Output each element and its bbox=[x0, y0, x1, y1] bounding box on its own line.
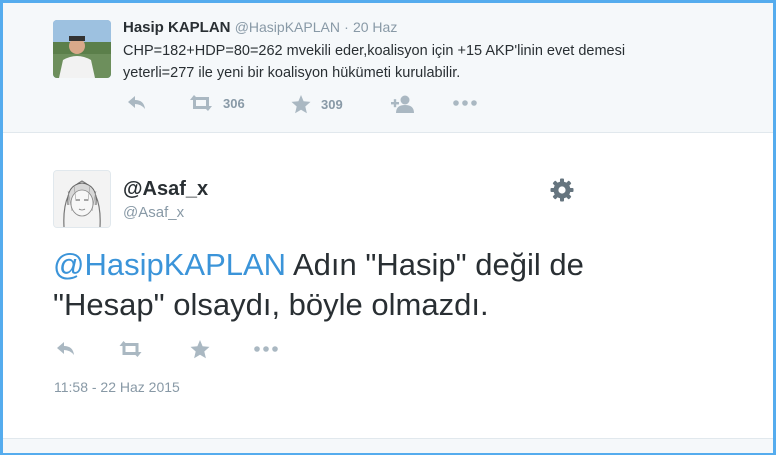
author-handle[interactable]: @HasipKAPLAN bbox=[235, 19, 340, 35]
more-icon bbox=[254, 346, 278, 352]
reply-icon bbox=[57, 342, 74, 355]
separator-dot: · bbox=[344, 19, 349, 35]
author-name[interactable]: @Asaf_x bbox=[123, 178, 208, 201]
avatar-asaf-x[interactable] bbox=[53, 170, 111, 228]
tweet-text-line-1: CHP=182+HDP=80=262 mvekili eder,koalisyo… bbox=[123, 43, 626, 59]
tweet-text-line-2: yeterli=277 ile yeni bir koalisyon hüküm… bbox=[123, 65, 461, 81]
retweet-button[interactable]: 306 bbox=[189, 95, 245, 111]
follow-button[interactable] bbox=[391, 95, 415, 113]
tweet-text-line-2: "Hesap" olsaydı, böyle olmazdı. bbox=[53, 287, 489, 322]
retweet-button[interactable] bbox=[118, 341, 143, 357]
tweet-frame: Hasip KAPLAN @HasipKAPLAN · 20 Haz CHP=1… bbox=[3, 3, 773, 453]
reply-button[interactable] bbox=[127, 95, 147, 111]
mention-link[interactable]: @HasipKAPLAN bbox=[53, 247, 286, 282]
tweet-text-line-1: @HasipKAPLAN Adın "Hasip" değil de bbox=[53, 245, 733, 285]
author-name[interactable]: Hasip KAPLAN bbox=[123, 19, 231, 36]
gear-icon bbox=[550, 178, 574, 202]
author-handle[interactable]: @Asaf_x bbox=[123, 204, 184, 221]
favorite-count[interactable]: 309 bbox=[321, 97, 343, 112]
reply-button[interactable] bbox=[55, 341, 77, 357]
more-button[interactable] bbox=[254, 346, 278, 352]
star-icon bbox=[291, 95, 311, 114]
permalink-tweet: @Asaf_x @Asaf_x @HasipKAPLAN Adın "Hasip… bbox=[3, 133, 773, 438]
parent-tweet-header: Hasip KAPLAN @HasipKAPLAN · 20 Haz bbox=[123, 19, 397, 36]
tweet-text: @HasipKAPLAN Adın "Hasip" değil de "Hesa… bbox=[53, 245, 733, 325]
more-button[interactable] bbox=[453, 100, 477, 106]
settings-button[interactable] bbox=[550, 178, 574, 207]
favorite-button[interactable]: 309 bbox=[291, 95, 343, 114]
tweet-date[interactable]: 20 Haz bbox=[353, 19, 397, 35]
retweet-icon bbox=[190, 95, 212, 111]
tweet-text-part-1: Adın "Hasip" değil de bbox=[286, 247, 584, 282]
retweet-count[interactable]: 306 bbox=[223, 96, 245, 111]
reply-icon bbox=[128, 96, 145, 109]
parent-tweet-text: CHP=182+HDP=80=262 mvekili eder,koalisyo… bbox=[123, 40, 733, 84]
star-icon bbox=[190, 340, 210, 359]
favorite-button[interactable] bbox=[190, 340, 210, 359]
parent-tweet[interactable]: Hasip KAPLAN @HasipKAPLAN · 20 Haz CHP=1… bbox=[3, 3, 773, 133]
tweet-footer-border bbox=[3, 438, 773, 453]
add-user-icon bbox=[391, 95, 414, 113]
avatar-hasip-kaplan[interactable] bbox=[53, 20, 111, 78]
retweet-icon bbox=[119, 341, 142, 357]
more-icon bbox=[453, 100, 477, 106]
tweet-timestamp[interactable]: 11:58 - 22 Haz 2015 bbox=[54, 379, 180, 395]
